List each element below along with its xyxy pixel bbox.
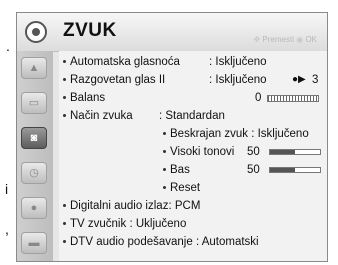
menu-header: ZVUK ✥ Premesti ◉ OK xyxy=(17,13,327,52)
bass-level-fill xyxy=(270,168,295,172)
bullet xyxy=(63,222,66,226)
item-label: Visoki tonovi xyxy=(170,146,235,158)
menu-item-infinite-sound[interactable]: Beskrajan zvuk : Isključeno xyxy=(163,127,309,141)
monitor-icon: ▭ xyxy=(28,97,40,109)
ok-button-icon: ◉ xyxy=(296,35,304,44)
bullet xyxy=(63,60,66,64)
bullet xyxy=(163,132,166,136)
item-label: DTV audio podešavanje xyxy=(70,236,193,248)
bullet xyxy=(63,240,66,244)
sidebar-item-screen[interactable]: ▭ xyxy=(21,92,47,114)
menu-content: Automatska glasnoća : Isključeno Razgove… xyxy=(59,51,327,261)
photo-icon: ▲ xyxy=(28,62,40,74)
sidebar-item-picture[interactable]: ▲ xyxy=(21,57,47,79)
sound-menu-panel: ZVUK ✥ Premesti ◉ OK ▲ ▭ ◙ ◷ ● ▬ Automat xyxy=(16,12,328,262)
voice-level-icon: ●▶ xyxy=(292,74,306,85)
menu-title: ZVUK xyxy=(63,20,117,41)
item-value: : PCM xyxy=(168,200,201,212)
item-label: TV zvučnik xyxy=(70,218,127,230)
bg-text-top: . xyxy=(6,38,10,54)
sidebar-item-option[interactable]: ▬ xyxy=(21,232,47,254)
bullet xyxy=(163,168,166,172)
item-label: Način zvuka xyxy=(70,110,133,122)
item-label: Reset xyxy=(170,182,201,194)
menu-item-auto-volume[interactable]: Automatska glasnoća xyxy=(63,55,180,69)
treble-level-fill xyxy=(270,150,295,154)
bullet xyxy=(163,150,166,154)
item-value: : Isključeno xyxy=(251,128,309,140)
menu-item-sound-mode[interactable]: Način zvuka xyxy=(63,109,133,123)
clock-icon: ◷ xyxy=(29,167,39,179)
menu-item-digital-audio-out[interactable]: Digitalni audio izlaz: PCM xyxy=(63,199,200,213)
bass-value: 50 xyxy=(247,164,260,176)
menu-item-treble[interactable]: Visoki tonovi xyxy=(163,145,234,159)
bullet xyxy=(63,114,66,118)
sidebar-item-lock[interactable]: ● xyxy=(21,197,47,219)
item-label: Beskrajan zvuk xyxy=(170,128,248,140)
bg-text-bottom: , xyxy=(5,221,9,237)
balance-slider[interactable] xyxy=(267,95,319,102)
lock-icon: ● xyxy=(30,202,38,214)
bullet xyxy=(63,96,66,100)
bg-text-mid: i xyxy=(5,181,9,197)
keyboard-icon: ▬ xyxy=(28,237,40,249)
sidebar-item-time[interactable]: ◷ xyxy=(21,162,47,184)
item-label: Razgovetan glas II xyxy=(70,74,166,86)
menu-item-bass[interactable]: Bas xyxy=(163,163,190,177)
item-value: : Isključeno xyxy=(209,74,267,86)
sound-menu-icon xyxy=(25,21,47,43)
move-arrows-icon: ✥ xyxy=(253,35,261,44)
balance-value: 0 xyxy=(255,92,262,104)
sidebar-item-sound[interactable]: ◙ xyxy=(21,127,47,149)
hint-ok-label: OK xyxy=(305,35,317,44)
item-value: : Isključeno xyxy=(209,56,267,68)
hint-move-label: Premesti xyxy=(262,35,294,44)
item-value: : Automatski xyxy=(195,236,259,248)
bullet xyxy=(163,186,166,190)
item-label: Bas xyxy=(170,164,190,176)
treble-value: 50 xyxy=(247,146,260,158)
item-value: : Standardan xyxy=(159,110,225,122)
menu-item-tv-speaker[interactable]: TV zvučnik : Uključeno xyxy=(63,217,186,231)
treble-slider[interactable] xyxy=(269,149,321,155)
bullet xyxy=(63,204,66,208)
menu-item-reset[interactable]: Reset xyxy=(163,181,200,195)
category-sidebar: ▲ ▭ ◙ ◷ ● ▬ xyxy=(17,51,53,261)
navigation-hint: ✥ Premesti ◉ OK xyxy=(253,35,317,44)
speaker-icon: ◙ xyxy=(30,132,38,144)
item-value: : Uključeno xyxy=(129,218,187,230)
menu-item-clear-voice[interactable]: Razgovetan glas II xyxy=(63,73,165,87)
item-label: Balans xyxy=(70,92,106,104)
item-label: Automatska glasnoća xyxy=(70,56,180,68)
menu-item-dtv-audio-setting[interactable]: DTV audio podešavanje : Automatski xyxy=(63,235,287,249)
item-label: Digitalni audio izlaz xyxy=(70,200,169,212)
menu-item-balance[interactable]: Balans xyxy=(63,91,105,105)
voice-level-value: 3 xyxy=(312,74,319,86)
bullet xyxy=(63,78,66,82)
bass-slider[interactable] xyxy=(269,167,321,173)
